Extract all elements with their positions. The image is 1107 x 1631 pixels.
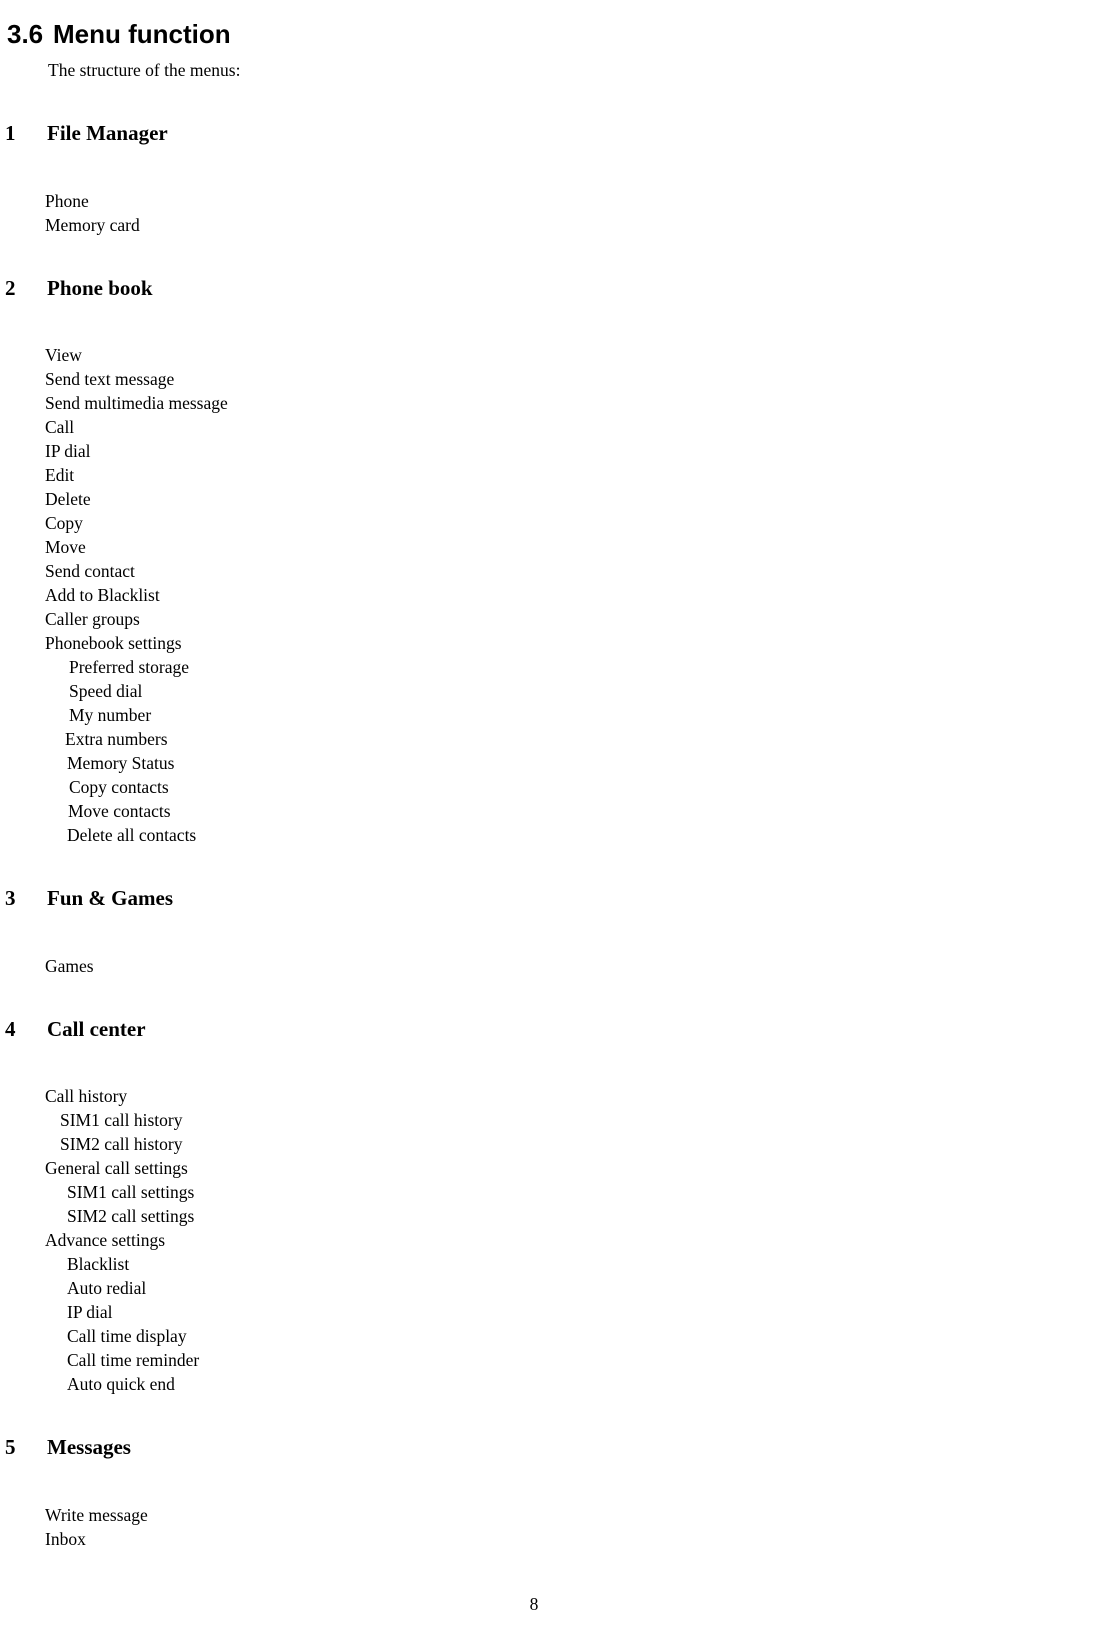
menu-item: Games <box>45 956 94 976</box>
section-title: File Manager <box>47 121 168 145</box>
menu-item: Call time display <box>67 1326 187 1346</box>
chapter-number: 3.6 <box>7 19 44 49</box>
menu-item: View <box>45 345 82 365</box>
menu-item: SIM2 call settings <box>67 1206 195 1226</box>
menu-item: SIM1 call settings <box>67 1182 195 1202</box>
menu-item: Move <box>45 537 86 557</box>
section-heading: 3 Fun & Games <box>0 886 700 911</box>
menu-item: Advance settings <box>45 1230 166 1250</box>
menu-item: Delete all contacts <box>67 825 197 845</box>
section-heading: 1 File Manager <box>0 121 700 146</box>
menu-item: Call history <box>45 1086 128 1106</box>
menu-item: Caller groups <box>45 609 140 629</box>
menu-item: SIM2 call history <box>60 1134 183 1154</box>
menu-item: IP dial <box>45 441 91 461</box>
menu-item: Preferred storage <box>69 657 190 677</box>
menu-item: Phonebook settings <box>45 633 182 653</box>
menu-item: Auto redial <box>67 1278 147 1298</box>
section-heading: 2 Phone book <box>0 276 700 301</box>
section-title: Phone book <box>47 276 153 300</box>
menu-item: My number <box>69 705 152 725</box>
menu-item: Blacklist <box>67 1254 130 1274</box>
menu-item: Delete <box>45 489 91 509</box>
menu-item: SIM1 call history <box>60 1110 183 1130</box>
page-number: 8 <box>529 1594 539 1614</box>
menu-item: Call time reminder <box>67 1350 200 1370</box>
menu-item: Add to Blacklist <box>45 585 160 605</box>
section-title: Fun & Games <box>47 886 173 910</box>
document-page: 3.6 Menu function The structure of the me… <box>0 0 1107 1631</box>
chapter-heading: 3.6 Menu function <box>0 18 700 50</box>
menu-item: Inbox <box>45 1529 86 1549</box>
menu-item: General call settings <box>45 1158 188 1178</box>
section-heading: 5 Messages <box>0 1435 700 1460</box>
menu-item: Copy <box>45 513 83 533</box>
menu-item: Memory Status <box>67 753 175 773</box>
section-number: 5 <box>5 1435 16 1459</box>
menu-item: Auto quick end <box>67 1374 175 1394</box>
menu-item: Move contacts <box>68 801 171 821</box>
section-number: 3 <box>5 886 16 910</box>
menu-item: Memory card <box>45 215 140 235</box>
menu-item: Call <box>45 417 75 437</box>
section-title: Messages <box>47 1435 131 1459</box>
section-number: 1 <box>5 121 16 145</box>
menu-item: Extra numbers <box>65 729 168 749</box>
menu-item: Send contact <box>45 561 135 581</box>
section-number: 2 <box>5 276 16 300</box>
menu-item: Edit <box>45 465 75 485</box>
section-title: Call center <box>47 1017 146 1041</box>
menu-item: Write message <box>45 1505 148 1525</box>
menu-item: Send text message <box>45 369 175 389</box>
section-number: 4 <box>5 1017 16 1041</box>
chapter-title: Menu function <box>53 19 231 49</box>
menu-item: Speed dial <box>69 681 143 701</box>
intro-text: The structure of the menus: <box>48 60 241 80</box>
menu-item: Send multimedia message <box>45 393 228 413</box>
section-heading: 4 Call center <box>0 1017 700 1042</box>
menu-item: Copy contacts <box>69 777 169 797</box>
menu-item: Phone <box>45 191 89 211</box>
menu-item: IP dial <box>67 1302 113 1322</box>
